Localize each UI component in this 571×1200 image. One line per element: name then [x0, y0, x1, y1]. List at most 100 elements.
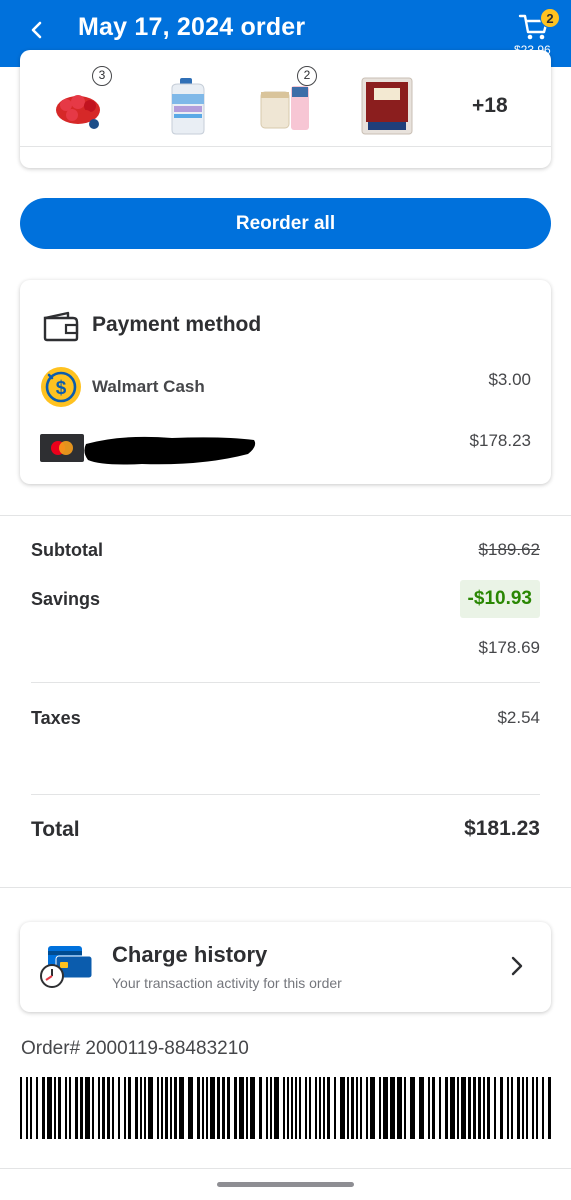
item-quantity-badge: 3 — [92, 66, 112, 86]
barcode-bar — [174, 1077, 177, 1139]
total-label: Total — [31, 818, 80, 841]
barcode-bar — [410, 1077, 415, 1139]
barcode-bar — [118, 1077, 120, 1139]
barcode-bar — [366, 1077, 368, 1139]
barcode-bar — [340, 1077, 345, 1139]
cart-count-badge: 2 — [540, 8, 560, 28]
barcode-bar — [98, 1077, 100, 1139]
barcode-bar — [202, 1077, 204, 1139]
item-thumbnail-clorox — [160, 72, 220, 136]
walmart-cash-amount: $3.00 — [488, 370, 531, 389]
taxes-value: $2.54 — [497, 708, 540, 727]
barcode-bar — [227, 1077, 230, 1139]
reorder-all-button[interactable]: Reorder all — [20, 198, 551, 249]
subtotal-label: Subtotal — [31, 540, 103, 560]
barcode-bar — [20, 1077, 22, 1139]
barcode-bar — [80, 1077, 83, 1139]
page-title: May 17, 2024 order — [78, 13, 306, 41]
barcode-bar — [379, 1077, 381, 1139]
barcode-bar — [170, 1077, 172, 1139]
barcode-bar — [445, 1077, 448, 1139]
barcode-bar — [92, 1077, 94, 1139]
divider — [20, 146, 551, 147]
barcode-bar — [36, 1077, 38, 1139]
chevron-right-icon — [511, 956, 523, 976]
item-thumbnail-strawberries: 3 — [50, 66, 112, 136]
barcode-bar — [478, 1077, 481, 1139]
barcode-bar — [327, 1077, 330, 1139]
more-items-count: +18 — [472, 94, 508, 117]
savings-value: -$10.93 — [459, 580, 540, 618]
barcode-bar — [124, 1077, 126, 1139]
total-value: $181.23 — [464, 817, 540, 840]
barcode-bar — [30, 1077, 32, 1139]
barcode-bar — [450, 1077, 455, 1139]
barcode-bar — [347, 1077, 349, 1139]
home-indicator[interactable] — [217, 1182, 354, 1187]
barcode-bar — [419, 1077, 424, 1139]
barcode-bar — [188, 1077, 193, 1139]
barcode-bar — [135, 1077, 138, 1139]
item-quantity-badge: 2 — [297, 66, 317, 86]
walmart-cash-icon: $ — [41, 367, 81, 407]
chevron-left-icon — [31, 21, 42, 39]
barcode-bar — [270, 1077, 272, 1139]
barcode-bar — [107, 1077, 110, 1139]
barcode-bar — [69, 1077, 71, 1139]
barcode-bar — [42, 1077, 45, 1139]
walmart-cash-label: Walmart Cash — [92, 377, 205, 396]
barcode-bar — [161, 1077, 163, 1139]
barcode-bar — [428, 1077, 430, 1139]
taxes-label: Taxes — [31, 708, 81, 728]
barcode-bar — [274, 1077, 279, 1139]
barcode-bar — [58, 1077, 61, 1139]
barcode-bar — [457, 1077, 459, 1139]
barcode-bar — [468, 1077, 471, 1139]
barcode-bar — [206, 1077, 208, 1139]
barcode-bar — [390, 1077, 395, 1139]
barcode-bar — [112, 1077, 114, 1139]
back-button[interactable] — [22, 14, 52, 46]
after-savings-value: $178.69 — [478, 638, 540, 657]
charge-history-subtitle: Your transaction activity for this order — [112, 975, 342, 991]
barcode-bar — [404, 1077, 406, 1139]
barcode-bar — [522, 1077, 524, 1139]
card-amount: $178.23 — [469, 431, 531, 450]
barcode-bar — [360, 1077, 362, 1139]
barcode-bar — [283, 1077, 285, 1139]
barcode-bar — [305, 1077, 307, 1139]
barcode-bar — [26, 1077, 28, 1139]
barcode-bar — [259, 1077, 262, 1139]
barcode-bar — [526, 1077, 528, 1139]
charge-history-button[interactable]: Charge history Your transaction activity… — [20, 922, 551, 1012]
barcode-bar — [511, 1077, 513, 1139]
section-divider — [0, 515, 571, 516]
barcode-bar — [148, 1077, 153, 1139]
barcode-bar — [309, 1077, 311, 1139]
order-items-card[interactable]: 3 2 +18 — [20, 50, 551, 168]
barcode-bar — [494, 1077, 496, 1139]
barcode-bar — [439, 1077, 441, 1139]
savings-label: Savings — [31, 589, 101, 609]
barcode-bar — [507, 1077, 509, 1139]
barcode-bar — [383, 1077, 388, 1139]
barcode-bar — [165, 1077, 168, 1139]
barcode-bar — [140, 1077, 142, 1139]
barcode-bar — [315, 1077, 317, 1139]
bleach-bottle-image — [171, 78, 205, 135]
barcode-bar — [487, 1077, 490, 1139]
barcode-bar — [473, 1077, 476, 1139]
barcode-bar — [323, 1077, 325, 1139]
svg-text:$: $ — [56, 378, 67, 399]
barcode-bar — [250, 1077, 255, 1139]
barcode-bar — [287, 1077, 289, 1139]
barcode-bar — [397, 1077, 402, 1139]
barcode-bar — [102, 1077, 105, 1139]
barcode-bar — [157, 1077, 159, 1139]
barcode-bar — [351, 1077, 354, 1139]
payment-method-title: Payment method — [92, 313, 262, 336]
payment-method-card: Payment method $ Walmart Cash $3.00 $178… — [20, 280, 551, 484]
item-thumbnail-beef-sticks — [360, 72, 420, 136]
barcode-bar — [85, 1077, 90, 1139]
barcode-bar — [542, 1077, 544, 1139]
